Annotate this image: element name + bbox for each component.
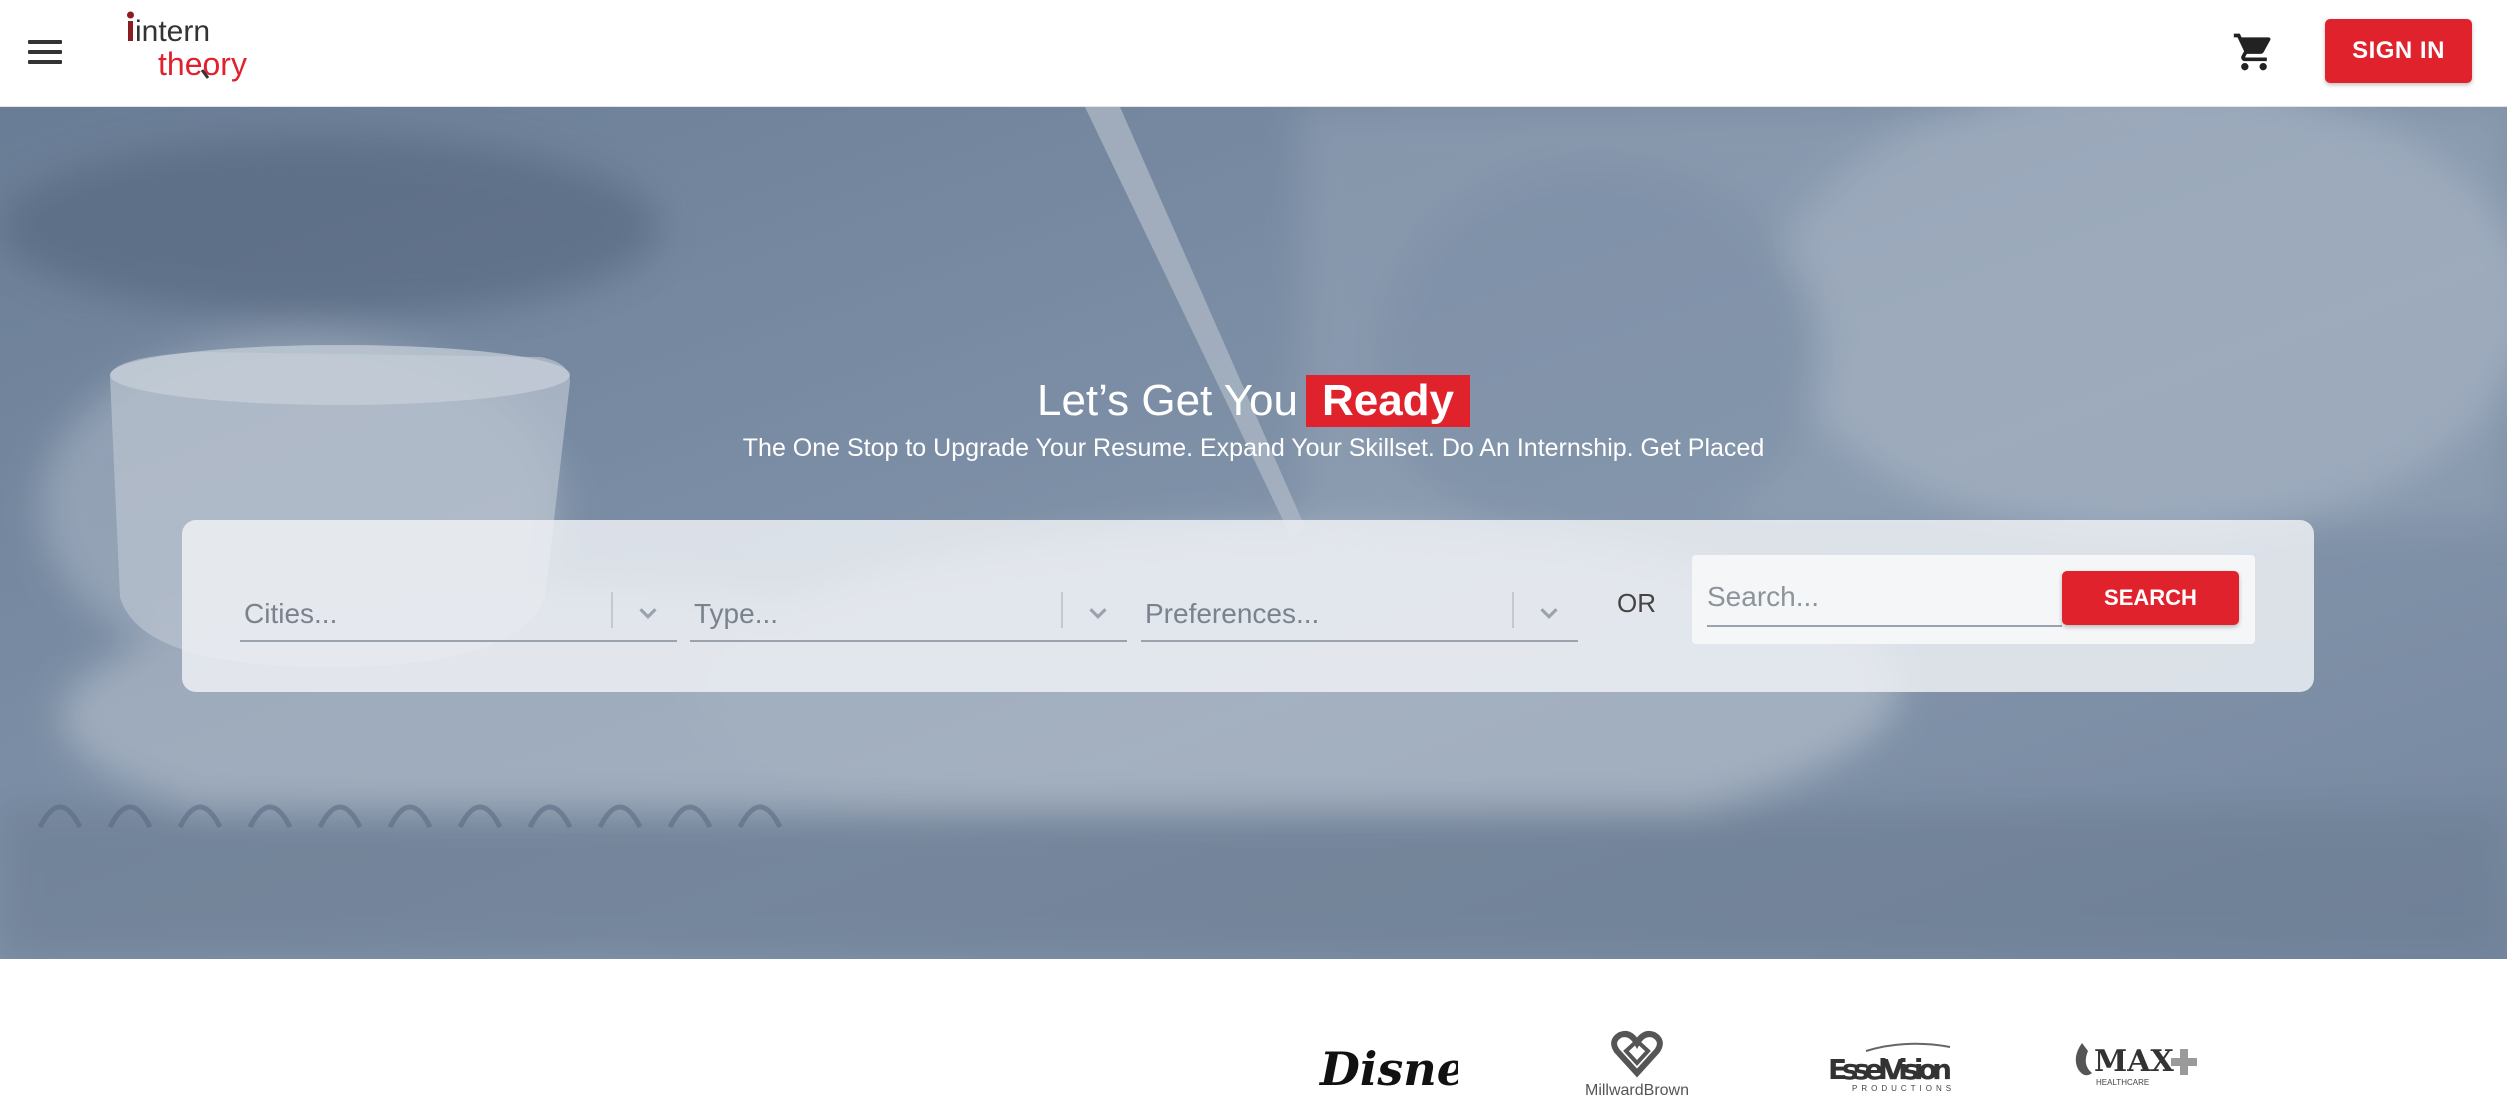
logo-text-intern: intern: [135, 15, 210, 48]
max-healthcare-logo-subtext: HEALTHCARE: [2096, 1078, 2149, 1087]
max-healthcare-logo: MAX HEALTHCARE: [2068, 1035, 2208, 1096]
hero-title-text: Let’s Get You: [1036, 376, 1298, 425]
millward-brown-logo: MillwardBrown: [1570, 1029, 1704, 1102]
preferences-select-placeholder: Preferences...: [1145, 598, 1320, 629]
chevron-down-icon[interactable]: [633, 598, 663, 628]
type-select[interactable]: Type...: [690, 582, 1127, 642]
hamburger-menu-icon[interactable]: [24, 34, 66, 70]
chevron-down-icon[interactable]: [1083, 598, 1113, 628]
hero-section: Let’s Get You Ready The One Stop to Upgra…: [0, 107, 2507, 959]
type-select-placeholder: Type...: [694, 598, 779, 629]
interntheory-logo[interactable]: intern theory: [124, 8, 264, 86]
essel-vision-logo: EsselVision PRODUCTIONS: [1826, 1037, 1958, 1098]
disney-logo: Disney: [1318, 1033, 1496, 1102]
preferences-select[interactable]: Preferences...: [1141, 582, 1578, 642]
logo-text-theory: theory: [158, 46, 247, 82]
or-label: OR: [1617, 588, 1656, 618]
select-separator: [1061, 592, 1063, 628]
cities-select-placeholder: Cities...: [244, 598, 338, 629]
essel-vision-logo-subtext: PRODUCTIONS: [1852, 1084, 1955, 1093]
millward-brown-logo-text: MillwardBrown: [1585, 1082, 1689, 1097]
cities-select[interactable]: Cities...: [240, 582, 677, 642]
hero-title-highlight: Ready: [1305, 375, 1471, 427]
search-input[interactable]: [1707, 569, 2062, 627]
essel-vision-logo-text: EsselVision: [1828, 1053, 1952, 1086]
chevron-down-icon[interactable]: [1534, 598, 1564, 628]
top-navbar: intern theory SIGN IN: [0, 0, 2507, 107]
disney-logo-text: Disney: [1318, 1042, 1458, 1096]
sign-in-button[interactable]: SIGN IN: [2325, 19, 2472, 83]
search-box: SEARCH: [1692, 555, 2255, 644]
search-filter-panel: Cities... Type... Preferences... OR SEAR…: [182, 520, 2314, 692]
hero-title: Let’s Get You Ready: [0, 375, 2507, 427]
max-healthcare-logo-text: MAX: [2094, 1044, 2174, 1079]
partner-logos-strip: Disney MillwardBrown EsselVision PRODUCT…: [0, 959, 2507, 1099]
hero-subtitle: The One Stop to Upgrade Your Resume. Exp…: [742, 434, 1765, 462]
shopping-cart-icon[interactable]: [2232, 30, 2276, 74]
select-separator: [1512, 592, 1514, 628]
select-separator: [611, 592, 613, 628]
search-button[interactable]: SEARCH: [2062, 571, 2239, 625]
